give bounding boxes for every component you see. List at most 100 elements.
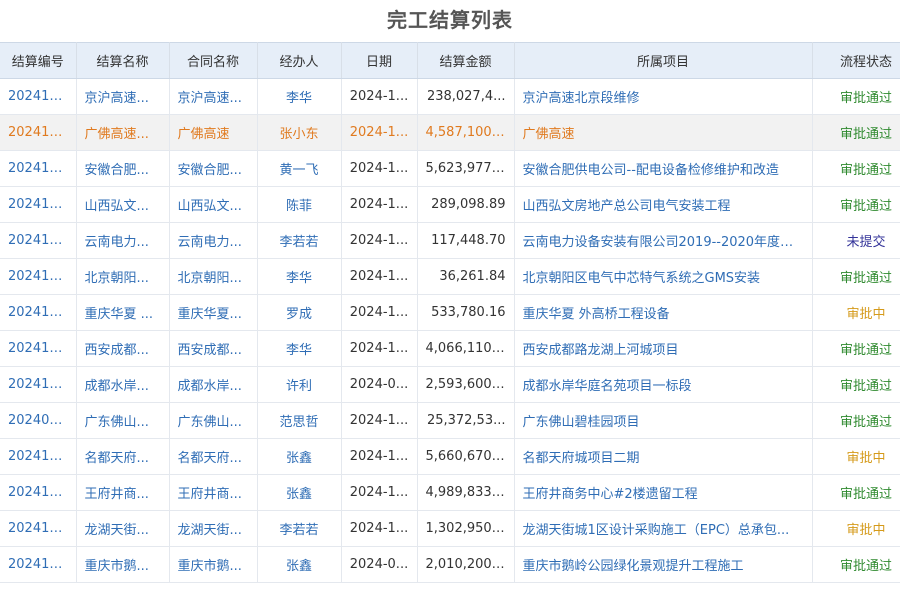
cell-contract-name[interactable]: 重庆市鹅... — [169, 546, 258, 583]
cell-date: 2024-1... — [341, 150, 418, 187]
header-settlement-code[interactable]: 结算编号 — [0, 42, 77, 79]
cell-handler[interactable]: 李华 — [257, 330, 342, 367]
cell-settlement-code[interactable]: 202411... — [0, 150, 77, 187]
cell-settlement-name[interactable]: 安徽合肥... — [76, 150, 170, 187]
table-row[interactable]: 202410... 重庆市鹅... 重庆市鹅... 张鑫 2024-0... 2,010,… — [0, 546, 900, 583]
cell-project[interactable]: 成都水岸华庭名苑项目一标段 — [514, 366, 813, 403]
table-row[interactable]: 202412... 京沪高速... 京沪高速... 李华 2024-1... 238,02… — [0, 78, 900, 115]
cell-contract-name[interactable]: 龙湖天街... — [169, 510, 258, 547]
cell-settlement-name[interactable]: 云南电力... — [76, 222, 170, 259]
cell-settlement-name[interactable]: 北京朝阳... — [76, 258, 170, 295]
cell-contract-name[interactable]: 重庆华夏... — [169, 294, 258, 331]
cell-settlement-name[interactable]: 王府井商... — [76, 474, 170, 511]
cell-handler[interactable]: 李华 — [257, 258, 342, 295]
cell-settlement-code[interactable]: 202411... — [0, 294, 77, 331]
cell-contract-name[interactable]: 广东佛山... — [169, 402, 258, 439]
cell-settlement-code[interactable]: 202412... — [0, 186, 77, 223]
header-handler[interactable]: 经办人 — [257, 42, 342, 79]
table-row[interactable]: 202411... 北京朝阳... 北京朝阳... 李华 2024-1... 36,261… — [0, 258, 900, 295]
header-project[interactable]: 所属项目 — [514, 42, 813, 79]
cell-project[interactable]: 名都天府城项目二期 — [514, 438, 813, 475]
table-row[interactable]: 202410... 龙湖天街... 龙湖天街... 李若若 2024-1... 1,302… — [0, 510, 900, 547]
cell-project[interactable]: 广东佛山碧桂园项目 — [514, 402, 813, 439]
cell-contract-name[interactable]: 西安成都... — [169, 330, 258, 367]
cell-handler[interactable]: 罗成 — [257, 294, 342, 331]
cell-handler[interactable]: 李若若 — [257, 222, 342, 259]
settlement-table: 结算编号 结算名称 合同名称 经办人 日期 结算金额 所属项目 流程状态 202412... 京… — [0, 42, 900, 583]
cell-contract-name[interactable]: 成都水岸... — [169, 366, 258, 403]
cell-handler[interactable]: 许利 — [257, 366, 342, 403]
table-body: 202412... 京沪高速... 京沪高速... 李华 2024-1... 238,02… — [0, 78, 900, 583]
table-row[interactable]: 202410... 西安成都... 西安成都... 李华 2024-1... 4,066,… — [0, 330, 900, 367]
cell-handler[interactable]: 张鑫 — [257, 546, 342, 583]
table-row[interactable]: 202411... 名都天府... 名都天府... 张鑫 2024-1... 5,660,… — [0, 438, 900, 475]
cell-contract-name[interactable]: 山西弘文... — [169, 186, 258, 223]
cell-project[interactable]: 北京朝阳区电气中芯特气系统之GMS安装 — [514, 258, 813, 295]
header-date[interactable]: 日期 — [341, 42, 418, 79]
cell-project[interactable]: 京沪高速北京段维修 — [514, 78, 813, 115]
table-row[interactable]: 202411... 云南电力... 云南电力... 李若若 2024-1... 117,4… — [0, 222, 900, 259]
cell-settlement-code[interactable]: 202410... — [0, 474, 77, 511]
cell-contract-name[interactable]: 广佛高速 — [169, 114, 258, 151]
table-row[interactable]: 202411... 安徽合肥... 安徽合肥... 黄一飞 2024-1... 5,623… — [0, 150, 900, 187]
table-row[interactable]: 202412... 山西弘文... 山西弘文... 陈菲 2024-1... 289,09… — [0, 186, 900, 223]
cell-settlement-code[interactable]: 202410... — [0, 366, 77, 403]
cell-date: 2024-1... — [341, 258, 418, 295]
cell-settlement-name[interactable]: 京沪高速... — [76, 78, 170, 115]
cell-settlement-name[interactable]: 广佛高速... — [76, 114, 170, 151]
cell-contract-name[interactable]: 云南电力... — [169, 222, 258, 259]
cell-project[interactable]: 王府井商务中心#2楼遗留工程 — [514, 474, 813, 511]
cell-settlement-code[interactable]: 202411... — [0, 222, 77, 259]
cell-settlement-code[interactable]: 202410... — [0, 546, 77, 583]
cell-handler[interactable]: 张鑫 — [257, 438, 342, 475]
header-contract-name[interactable]: 合同名称 — [169, 42, 258, 79]
cell-project[interactable]: 龙湖天街城1区设计采购施工（EPC）总承包... — [514, 510, 813, 547]
cell-contract-name[interactable]: 北京朝阳... — [169, 258, 258, 295]
cell-contract-name[interactable]: 王府井商... — [169, 474, 258, 511]
cell-date: 2024-1... — [341, 186, 418, 223]
cell-handler[interactable]: 陈菲 — [257, 186, 342, 223]
cell-handler[interactable]: 范思哲 — [257, 402, 342, 439]
cell-contract-name[interactable]: 名都天府... — [169, 438, 258, 475]
cell-project[interactable]: 山西弘文房地产总公司电气安装工程 — [514, 186, 813, 223]
table-row[interactable]: 202411... 重庆华夏 ... 重庆华夏... 罗成 2024-1... 533,7… — [0, 294, 900, 331]
header-amount[interactable]: 结算金额 — [417, 42, 515, 79]
cell-handler[interactable]: 李华 — [257, 78, 342, 115]
cell-settlement-name[interactable]: 成都水岸... — [76, 366, 170, 403]
table-row[interactable]: 202410... 王府井商... 王府井商... 张鑫 2024-1... 4,989,… — [0, 474, 900, 511]
cell-handler[interactable]: 李若若 — [257, 510, 342, 547]
header-status[interactable]: 流程状态 — [812, 42, 900, 79]
cell-project[interactable]: 西安成都路龙湖上河城项目 — [514, 330, 813, 367]
cell-amount: 4,989,833.00 — [417, 474, 515, 511]
cell-project[interactable]: 广佛高速 — [514, 114, 813, 151]
cell-settlement-name[interactable]: 山西弘文... — [76, 186, 170, 223]
cell-settlement-name[interactable]: 龙湖天街... — [76, 510, 170, 547]
cell-handler[interactable]: 张鑫 — [257, 474, 342, 511]
cell-settlement-code[interactable]: 202410... — [0, 510, 77, 547]
cell-handler[interactable]: 张小东 — [257, 114, 342, 151]
cell-project[interactable]: 重庆市鹅岭公园绿化景观提升工程施工 — [514, 546, 813, 583]
header-settlement-name[interactable]: 结算名称 — [76, 42, 170, 79]
cell-contract-name[interactable]: 安徽合肥... — [169, 150, 258, 187]
cell-project[interactable]: 重庆华夏 外高桥工程设备 — [514, 294, 813, 331]
cell-settlement-code[interactable]: 202410... — [0, 330, 77, 367]
cell-settlement-code[interactable]: 202409... — [0, 402, 77, 439]
cell-handler[interactable]: 黄一飞 — [257, 150, 342, 187]
table-row[interactable]: 202412... 广佛高速... 广佛高速 张小东 2024-1... 4,587,10… — [0, 114, 900, 151]
cell-settlement-name[interactable]: 重庆华夏 ... — [76, 294, 170, 331]
table-row[interactable]: 202410... 成都水岸... 成都水岸... 许利 2024-0... 2,593,… — [0, 366, 900, 403]
cell-project[interactable]: 云南电力设备安装有限公司2019--2020年度劳... — [514, 222, 813, 259]
cell-date: 2024-1... — [341, 510, 418, 547]
cell-status: 审批中 — [812, 438, 900, 475]
cell-settlement-code[interactable]: 202411... — [0, 258, 77, 295]
cell-settlement-name[interactable]: 广东佛山... — [76, 402, 170, 439]
cell-settlement-code[interactable]: 202412... — [0, 78, 77, 115]
table-row[interactable]: 202409... 广东佛山... 广东佛山... 范思哲 2024-1... 25,37… — [0, 402, 900, 439]
cell-contract-name[interactable]: 京沪高速... — [169, 78, 258, 115]
cell-settlement-code[interactable]: 202411... — [0, 438, 77, 475]
cell-settlement-code[interactable]: 202412... — [0, 114, 77, 151]
cell-settlement-name[interactable]: 重庆市鹅... — [76, 546, 170, 583]
cell-settlement-name[interactable]: 名都天府... — [76, 438, 170, 475]
cell-settlement-name[interactable]: 西安成都... — [76, 330, 170, 367]
cell-project[interactable]: 安徽合肥供电公司--配电设备检修维护和改造 — [514, 150, 813, 187]
